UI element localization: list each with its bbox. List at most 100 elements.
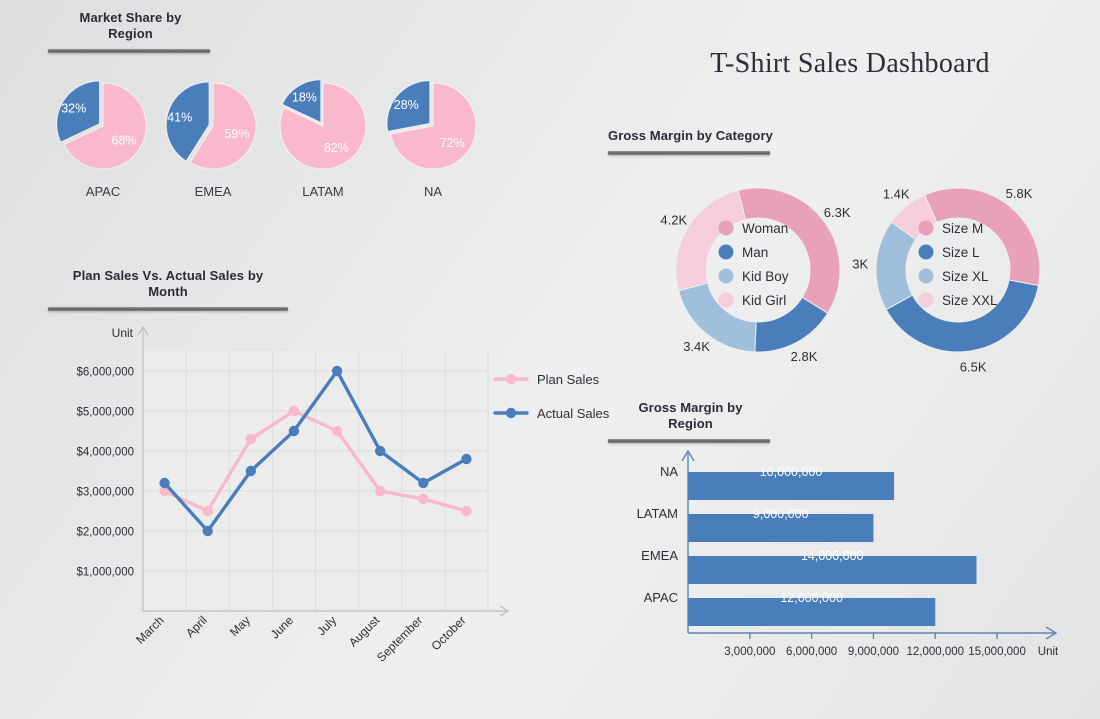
market-share-pie-row: 68% 32% APAC 59% 41% EMEA 82% 18% LATAM 72% 28% NA xyxy=(48,78,498,228)
donut-legend-label: Size XXL xyxy=(942,293,998,308)
line-data-point[interactable] xyxy=(418,493,429,505)
plan-vs-actual-title: Plan Sales Vs. Actual Sales by Month xyxy=(48,268,288,300)
bar-x-tick-label: 6,000,000 xyxy=(786,646,837,658)
bar-x-tick-label: 9,000,000 xyxy=(848,646,899,658)
gross-margin-category-title: Gross Margin by Category xyxy=(608,128,773,144)
pie-region-label: LATAM xyxy=(302,184,344,199)
plan-vs-actual-chart: $1,000,000 $2,000,000 $3,000,000 $4,000,000… xyxy=(48,311,610,701)
gross-margin-donuts: 6.3K 2.8K 3.4K 4.2K Woman Man Kid Boy Kid Girl 5… xyxy=(608,155,1078,395)
donut-value-label: 4.2K xyxy=(660,212,687,227)
donut-legend-label: Size L xyxy=(942,245,980,260)
market-share-title-rule xyxy=(48,49,210,53)
donut-legend-label: Size XL xyxy=(942,269,989,284)
market-share-pie-latam[interactable]: 82% 18% LATAM xyxy=(268,78,378,199)
donut-value-label: 3.4K xyxy=(683,339,710,354)
line-x-tick-label: April xyxy=(183,613,210,640)
gross-margin-category-panel: Gross Margin by Category 6.3K 2.8K 3.4K 4.2… xyxy=(608,128,1078,395)
line-x-tick-label: July xyxy=(314,613,339,638)
donut-legend-item[interactable]: Kid Boy xyxy=(718,268,789,285)
gross-margin-region-title-line1: Gross Margin by xyxy=(638,400,743,415)
market-share-pie-apac[interactable]: 68% 32% APAC xyxy=(48,78,158,199)
line-data-point[interactable] xyxy=(374,445,386,457)
bar-unit-label: Unit xyxy=(1038,646,1059,658)
donut-legend-item[interactable]: Size XXL xyxy=(918,292,999,309)
donut-legend-item[interactable]: Size XL xyxy=(918,268,990,285)
line-data-point[interactable] xyxy=(245,433,257,445)
donut-value-label: 5.8K xyxy=(1006,186,1033,201)
line-legend-label: Plan Sales xyxy=(537,372,600,387)
donut-legend-item[interactable]: Woman xyxy=(718,220,789,237)
bar-category-label: APAC xyxy=(644,590,678,605)
bar-category-label: LATAM xyxy=(637,506,678,521)
donut-segment[interactable] xyxy=(675,189,747,292)
svg-text:32%: 32% xyxy=(61,101,86,115)
donut-value-label: 1.4K xyxy=(883,186,910,201)
line-x-tick-label: June xyxy=(268,613,297,642)
line-data-point[interactable] xyxy=(202,505,213,517)
line-y-tick-label: $5,000,000 xyxy=(76,407,134,419)
market-share-panel: Market Share by Region 68% 32% APAC 59% 41% E… xyxy=(48,10,508,199)
line-data-point[interactable] xyxy=(461,453,472,465)
donut-value-label: 6.3K xyxy=(824,205,851,220)
svg-text:18%: 18% xyxy=(292,91,317,105)
line-data-point[interactable] xyxy=(245,465,257,477)
donut-legend-item[interactable]: Man xyxy=(718,244,769,261)
gross-margin-region-chart: 3,000,000 6,000,000 9,000,000 12,000,000 15,… xyxy=(608,443,1078,683)
pie-region-label: EMEA xyxy=(194,184,232,199)
market-share-pie-emea[interactable]: 59% 41% EMEA xyxy=(158,78,268,199)
bar-x-tick-label: 3,000,000 xyxy=(724,646,775,658)
bar-value-label: 14,000,000 xyxy=(801,549,864,563)
line-data-point[interactable] xyxy=(374,485,386,497)
bar-x-tick-label: 12,000,000 xyxy=(906,646,964,658)
bar-value-label: 10,000,000 xyxy=(760,465,823,479)
line-legend-label: Actual Sales xyxy=(537,406,610,421)
svg-text:41%: 41% xyxy=(167,110,192,124)
market-share-title-line1: Market Share by xyxy=(79,10,182,25)
line-data-point[interactable] xyxy=(331,425,343,437)
bar-value-label: 12,000,000 xyxy=(780,591,843,605)
donut-legend-item[interactable]: Size L xyxy=(918,244,981,261)
line-legend-item[interactable]: Actual Sales xyxy=(493,406,610,421)
gross-margin-region-panel: Gross Margin by Region 3,000,000 6,000,00… xyxy=(608,400,1078,683)
donut-legend-label: Woman xyxy=(742,221,788,236)
line-y-tick-label: $2,000,000 xyxy=(76,527,134,539)
gross-margin-region-title: Gross Margin by Region xyxy=(608,400,773,432)
line-data-point[interactable] xyxy=(331,365,343,377)
svg-text:68%: 68% xyxy=(112,133,137,147)
line-x-tick-label: March xyxy=(133,613,166,646)
line-data-point[interactable] xyxy=(288,405,300,417)
market-share-pie-na[interactable]: 72% 28% NA xyxy=(378,78,488,199)
line-unit-label: Unit xyxy=(112,326,134,340)
donut-legend-label: Kid Girl xyxy=(742,293,786,308)
market-share-title: Market Share by Region xyxy=(48,10,213,42)
donut-value-label: 3K xyxy=(852,257,868,272)
donut-value-label: 2.8K xyxy=(791,349,818,364)
line-y-tick-label: $6,000,000 xyxy=(76,367,134,379)
svg-text:28%: 28% xyxy=(394,98,419,112)
line-x-tick-label: May xyxy=(227,613,253,639)
line-y-tick-label: $4,000,000 xyxy=(76,447,134,459)
bar-x-tick-label: 15,000,000 xyxy=(968,646,1026,658)
line-x-tick-label: October xyxy=(428,613,468,653)
donut-legend-label: Man xyxy=(742,245,768,260)
market-share-title-line2: Region xyxy=(108,26,153,41)
line-data-point[interactable] xyxy=(461,505,472,517)
bar-category-label: EMEA xyxy=(641,548,678,563)
line-data-point[interactable] xyxy=(418,477,429,489)
bar-value-label: 9,000,000 xyxy=(753,507,809,521)
svg-text:82%: 82% xyxy=(324,141,349,155)
donut-legend-label: Kid Boy xyxy=(742,269,789,284)
donut-legend-item[interactable]: Kid Girl xyxy=(718,292,787,309)
svg-text:59%: 59% xyxy=(224,127,249,141)
line-data-point[interactable] xyxy=(288,425,300,437)
gross-margin-category-title-line1: Gross Margin by Category xyxy=(608,128,773,143)
line-data-point[interactable] xyxy=(202,525,213,537)
bar-category-label: NA xyxy=(660,464,678,479)
pie-region-label: APAC xyxy=(85,184,121,199)
donut-legend-item[interactable]: Size M xyxy=(918,220,984,237)
line-legend-item[interactable]: Plan Sales xyxy=(493,372,600,387)
line-y-tick-label: $1,000,000 xyxy=(76,567,134,579)
line-data-point[interactable] xyxy=(159,477,170,489)
plan-vs-actual-title-line1: Plan Sales Vs. Actual Sales by xyxy=(72,268,264,283)
line-x-tick-label: September xyxy=(374,613,425,664)
